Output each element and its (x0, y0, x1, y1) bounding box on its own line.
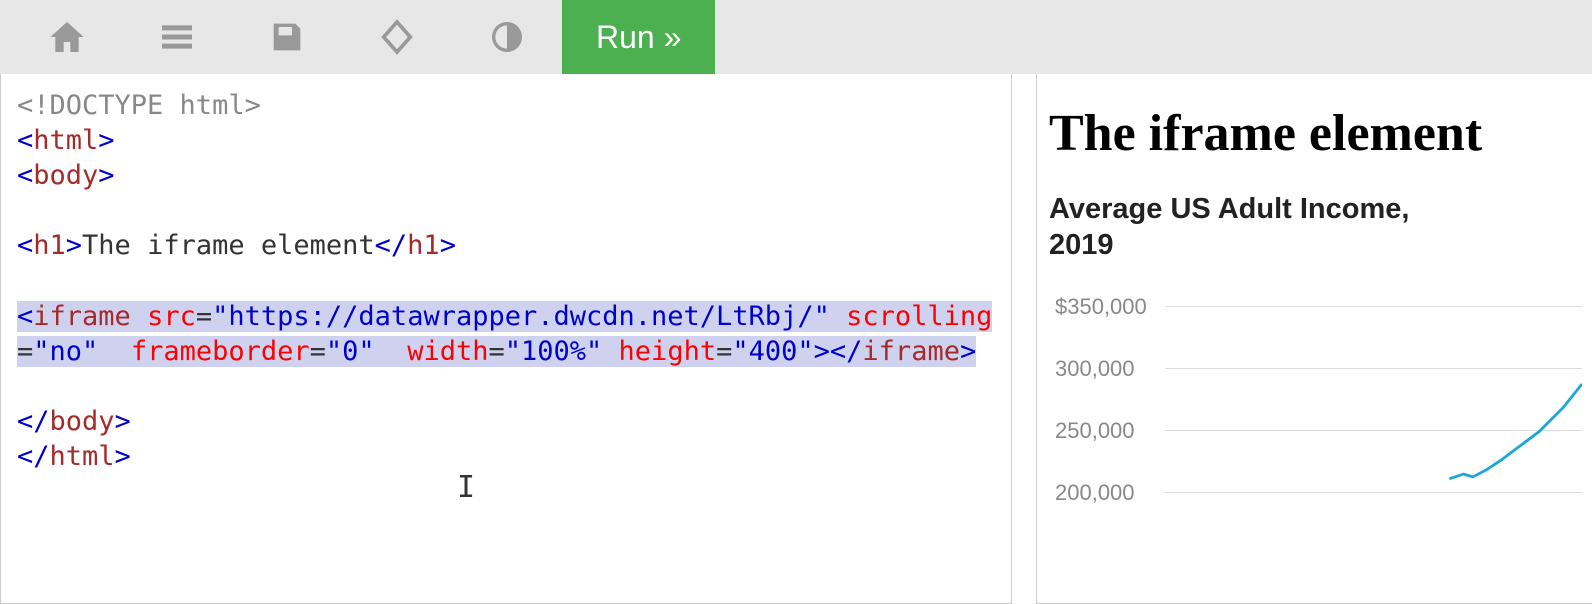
chart-line (1165, 294, 1582, 493)
rotate-icon (377, 17, 417, 57)
code-fragment: src (147, 301, 196, 332)
y-tick-label: 250,000 (1055, 418, 1135, 444)
code-fragment: h1 (407, 230, 440, 261)
code-fragment: > (960, 336, 976, 367)
code-fragment: height (619, 336, 717, 367)
code-fragment: body (33, 160, 98, 191)
code-fragment: > (98, 125, 114, 156)
code-fragment: frameborder (131, 336, 310, 367)
code-fragment: iframe (862, 336, 960, 367)
code-fragment: scrolling (846, 301, 992, 332)
code-fragment (602, 336, 618, 367)
code-fragment: h1 (33, 230, 66, 261)
code-fragment: = (488, 336, 504, 367)
code-fragment: > (115, 441, 131, 472)
home-icon (47, 17, 87, 57)
y-tick-label: 200,000 (1055, 480, 1135, 506)
code-fragment: = (310, 336, 326, 367)
code-fragment (375, 336, 408, 367)
chart-area: $350,000 300,000 250,000 200,000 (1049, 294, 1582, 554)
code-fragment: < (17, 301, 33, 332)
save-button[interactable] (232, 0, 342, 74)
output-pane: The iframe element Average US Adult Inco… (1036, 74, 1592, 604)
code-fragment: </ (17, 441, 50, 472)
chart-title-line: 2019 (1049, 229, 1114, 261)
chart-title-line: Average US Adult Income, (1049, 193, 1409, 225)
toolbar: Run » (0, 0, 1592, 74)
code-fragment: html (33, 125, 98, 156)
rotate-button[interactable] (342, 0, 452, 74)
code-editor[interactable]: <!DOCTYPE html> <html> <body> <h1>The if… (0, 74, 1012, 604)
contrast-icon (487, 17, 527, 57)
run-button[interactable]: Run » (562, 0, 715, 74)
menu-button[interactable] (122, 0, 232, 74)
code-fragment (131, 301, 147, 332)
code-fragment: </ (17, 406, 50, 437)
code-fragment: > (115, 406, 131, 437)
code-fragment: "no" (33, 336, 98, 367)
code-fragment: > (440, 230, 456, 261)
save-icon (267, 17, 307, 57)
code-fragment: = (196, 301, 212, 332)
code-fragment: > (98, 160, 114, 191)
code-fragment: > (66, 230, 82, 261)
code-fragment: The iframe element (82, 230, 375, 261)
code-fragment: "100%" (505, 336, 603, 367)
code-fragment: > (814, 336, 830, 367)
home-button[interactable] (12, 0, 122, 74)
code-fragment (98, 336, 131, 367)
menu-icon (157, 17, 197, 57)
code-fragment: iframe (33, 301, 131, 332)
code-fragment: "400" (732, 336, 813, 367)
code-fragment (830, 301, 846, 332)
pane-gap (1012, 74, 1036, 604)
code-fragment: = (17, 336, 33, 367)
code-fragment: </ (375, 230, 408, 261)
code-doctype: <!DOCTYPE html> (17, 90, 261, 121)
code-fragment: < (17, 160, 33, 191)
chart-title: Average US Adult Income, 2019 (1049, 191, 1582, 264)
theme-button[interactable] (452, 0, 562, 74)
code-fragment: = (716, 336, 732, 367)
output-heading: The iframe element (1049, 104, 1582, 163)
y-tick-label: 300,000 (1055, 356, 1135, 382)
code-fragment: </ (830, 336, 863, 367)
code-fragment: < (17, 230, 33, 261)
code-fragment: "0" (326, 336, 375, 367)
y-tick-label: $350,000 (1055, 294, 1147, 320)
code-fragment: body (50, 406, 115, 437)
code-fragment: html (50, 441, 115, 472)
code-selection: <iframe src="https://datawrapper.dwcdn.n… (17, 301, 992, 367)
code-fragment: width (407, 336, 488, 367)
text-cursor-icon: 𝙸 (457, 468, 475, 507)
code-fragment: < (17, 125, 33, 156)
panes: <!DOCTYPE html> <html> <body> <h1>The if… (0, 74, 1592, 604)
code-fragment: "https://datawrapper.dwcdn.net/LtRbj/" (212, 301, 830, 332)
